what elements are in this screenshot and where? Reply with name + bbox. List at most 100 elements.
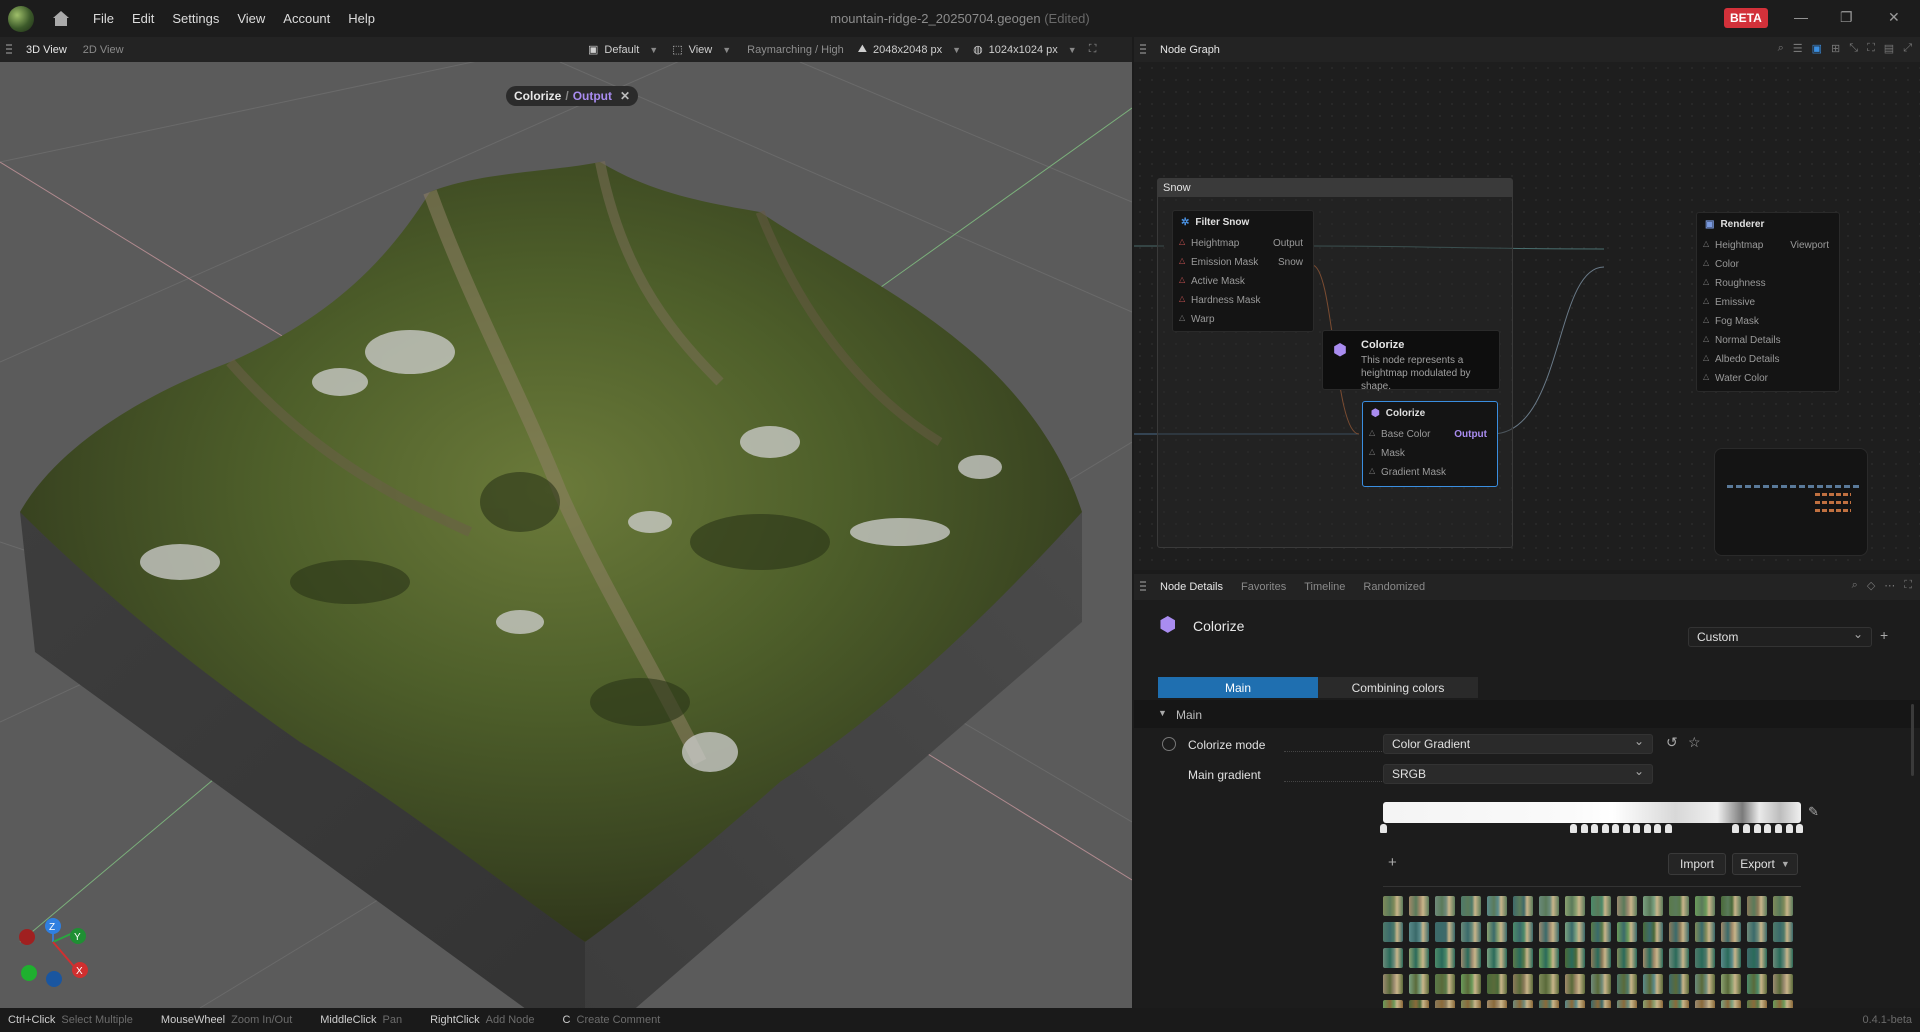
gradient-stop-handle[interactable]: [1754, 824, 1761, 833]
output-port[interactable]: Snow: [1278, 257, 1303, 268]
gradient-preset-swatch[interactable]: [1565, 1000, 1585, 1008]
gradient-preset-swatch[interactable]: [1565, 896, 1585, 916]
gradient-preset-swatch[interactable]: [1747, 1000, 1767, 1008]
gradient-stop-handle[interactable]: [1796, 824, 1803, 833]
close-icon[interactable]: ✕: [1888, 9, 1900, 26]
menu-file[interactable]: File: [84, 11, 123, 26]
panel-grip-icon[interactable]: [1140, 43, 1146, 56]
gradient-preset-swatch[interactable]: [1487, 948, 1507, 968]
list-icon[interactable]: ☰: [1793, 42, 1803, 55]
gradient-preset-swatch[interactable]: [1383, 896, 1403, 916]
gradient-preview[interactable]: [1383, 802, 1801, 823]
panel-grip-icon[interactable]: [1140, 581, 1146, 593]
gradient-preset-swatch[interactable]: [1383, 948, 1403, 968]
gradient-stop-handle[interactable]: [1581, 824, 1588, 833]
diamond-icon[interactable]: ◇: [1867, 579, 1875, 592]
input-port[interactable]: Base Color Output: [1363, 425, 1497, 444]
render-mode[interactable]: Raymarching / High: [747, 44, 844, 56]
star-icon[interactable]: ☆: [1688, 734, 1701, 751]
chevron-down-icon[interactable]: ▼: [952, 45, 961, 55]
gradient-preset-swatch[interactable]: [1435, 1000, 1455, 1008]
gradient-preset-swatch[interactable]: [1747, 948, 1767, 968]
gradient-preset-swatch[interactable]: [1513, 948, 1533, 968]
gradient-preset-swatch[interactable]: [1669, 922, 1689, 942]
beta-badge[interactable]: BETA: [1724, 8, 1768, 28]
gradient-preset-swatch[interactable]: [1513, 922, 1533, 942]
input-port[interactable]: Albedo Details: [1697, 350, 1839, 369]
node-filter-snow[interactable]: ✲ Filter Snow Heightmap Output Emission Ma…: [1172, 210, 1314, 332]
section-header[interactable]: ▼ Main: [1134, 700, 1920, 728]
gradient-preset-swatch[interactable]: [1695, 1000, 1715, 1008]
gradient-preset-swatch[interactable]: [1721, 896, 1741, 916]
output-port[interactable]: Viewport: [1790, 240, 1829, 251]
input-port[interactable]: Emission Mask Snow: [1173, 253, 1313, 272]
gradient-preset-swatch[interactable]: [1461, 896, 1481, 916]
gradient-preset-swatch[interactable]: [1721, 974, 1741, 994]
gradient-preset-swatch[interactable]: [1383, 1000, 1403, 1008]
tab-favorites[interactable]: Favorites: [1233, 581, 1294, 593]
gradient-preset-swatch[interactable]: [1539, 974, 1559, 994]
gradient-preset-swatch[interactable]: [1435, 922, 1455, 942]
gradient-preset-swatch[interactable]: [1669, 948, 1689, 968]
gradient-preset-swatch[interactable]: [1565, 922, 1585, 942]
gradient-preset-swatch[interactable]: [1643, 974, 1663, 994]
gradient-stop-handle[interactable]: [1786, 824, 1793, 833]
search-icon[interactable]: ⌕: [1778, 42, 1784, 55]
gradient-preset-swatch[interactable]: [1617, 948, 1637, 968]
gradient-preset-swatch[interactable]: [1461, 922, 1481, 942]
gradient-preset-swatch[interactable]: [1721, 922, 1741, 942]
gradient-preset-swatch[interactable]: [1695, 922, 1715, 942]
gradient-preset-swatch[interactable]: [1591, 922, 1611, 942]
gradient-preset-swatch[interactable]: [1435, 896, 1455, 916]
view-select[interactable]: View: [689, 44, 713, 56]
gradient-space-dropdown[interactable]: SRGB: [1383, 764, 1653, 784]
gradient-preset-swatch[interactable]: [1721, 948, 1741, 968]
gradient-preset-swatch[interactable]: [1565, 974, 1585, 994]
expand-icon[interactable]: ⤢: [1903, 42, 1912, 55]
input-port[interactable]: Hardness Mask: [1173, 291, 1313, 310]
search-icon[interactable]: ⌕: [1852, 579, 1858, 592]
node-colorize[interactable]: ⬢ Colorize Base Color Output Mask Gradient…: [1362, 401, 1498, 487]
gradient-stop-handle[interactable]: [1654, 824, 1661, 833]
input-port[interactable]: Water Color: [1697, 369, 1839, 388]
gradient-preset-swatch[interactable]: [1721, 1000, 1741, 1008]
gradient-preset-swatch[interactable]: [1669, 974, 1689, 994]
gradient-preset-swatch[interactable]: [1773, 922, 1793, 942]
node-graph-canvas[interactable]: Snow ✲ Filter Snow Heightmap Output Emissi…: [1134, 62, 1920, 570]
gradient-preset-swatch[interactable]: [1539, 896, 1559, 916]
gradient-preset-swatch[interactable]: [1643, 948, 1663, 968]
gradient-preset-swatch[interactable]: [1591, 948, 1611, 968]
gradient-stop-handle[interactable]: [1732, 824, 1739, 833]
input-port[interactable]: Color: [1697, 255, 1839, 274]
gradient-preset-swatch[interactable]: [1643, 896, 1663, 916]
gradient-preset-swatch[interactable]: [1539, 922, 1559, 942]
gradient-preset-swatch[interactable]: [1565, 948, 1585, 968]
expose-radio[interactable]: [1162, 737, 1176, 751]
menu-settings[interactable]: Settings: [163, 11, 228, 26]
image-icon[interactable]: ▤: [1884, 42, 1894, 55]
preset-dropdown[interactable]: Custom: [1688, 627, 1872, 647]
gradient-preset-swatch[interactable]: [1513, 1000, 1533, 1008]
gradient-preset-swatch[interactable]: [1695, 974, 1715, 994]
gradient-preset-swatch[interactable]: [1591, 974, 1611, 994]
scrollbar-thumb[interactable]: [1911, 704, 1914, 776]
gradient-preset-swatch[interactable]: [1773, 948, 1793, 968]
gradient-stop-handle[interactable]: [1764, 824, 1771, 833]
menu-edit[interactable]: Edit: [123, 11, 163, 26]
menu-help[interactable]: Help: [339, 11, 384, 26]
gradient-preset-swatch[interactable]: [1487, 896, 1507, 916]
subtab-main[interactable]: Main: [1158, 677, 1318, 698]
gradient-preset-swatch[interactable]: [1747, 896, 1767, 916]
minimize-icon[interactable]: —: [1794, 9, 1808, 25]
reset-icon[interactable]: ↺: [1666, 734, 1678, 751]
gradient-preset-swatch[interactable]: [1643, 1000, 1663, 1008]
input-port[interactable]: Normal Details: [1697, 331, 1839, 350]
gradient-preset-swatch[interactable]: [1409, 896, 1429, 916]
preset-select[interactable]: Default: [604, 44, 639, 56]
gradient-preset-swatch[interactable]: [1409, 922, 1429, 942]
gradient-stop-handle[interactable]: [1633, 824, 1640, 833]
gradient-preset-swatch[interactable]: [1773, 896, 1793, 916]
gradient-stop-handle[interactable]: [1775, 824, 1782, 833]
more-icon[interactable]: ⋯: [1884, 579, 1895, 592]
add-preset-icon[interactable]: +: [1880, 627, 1888, 643]
